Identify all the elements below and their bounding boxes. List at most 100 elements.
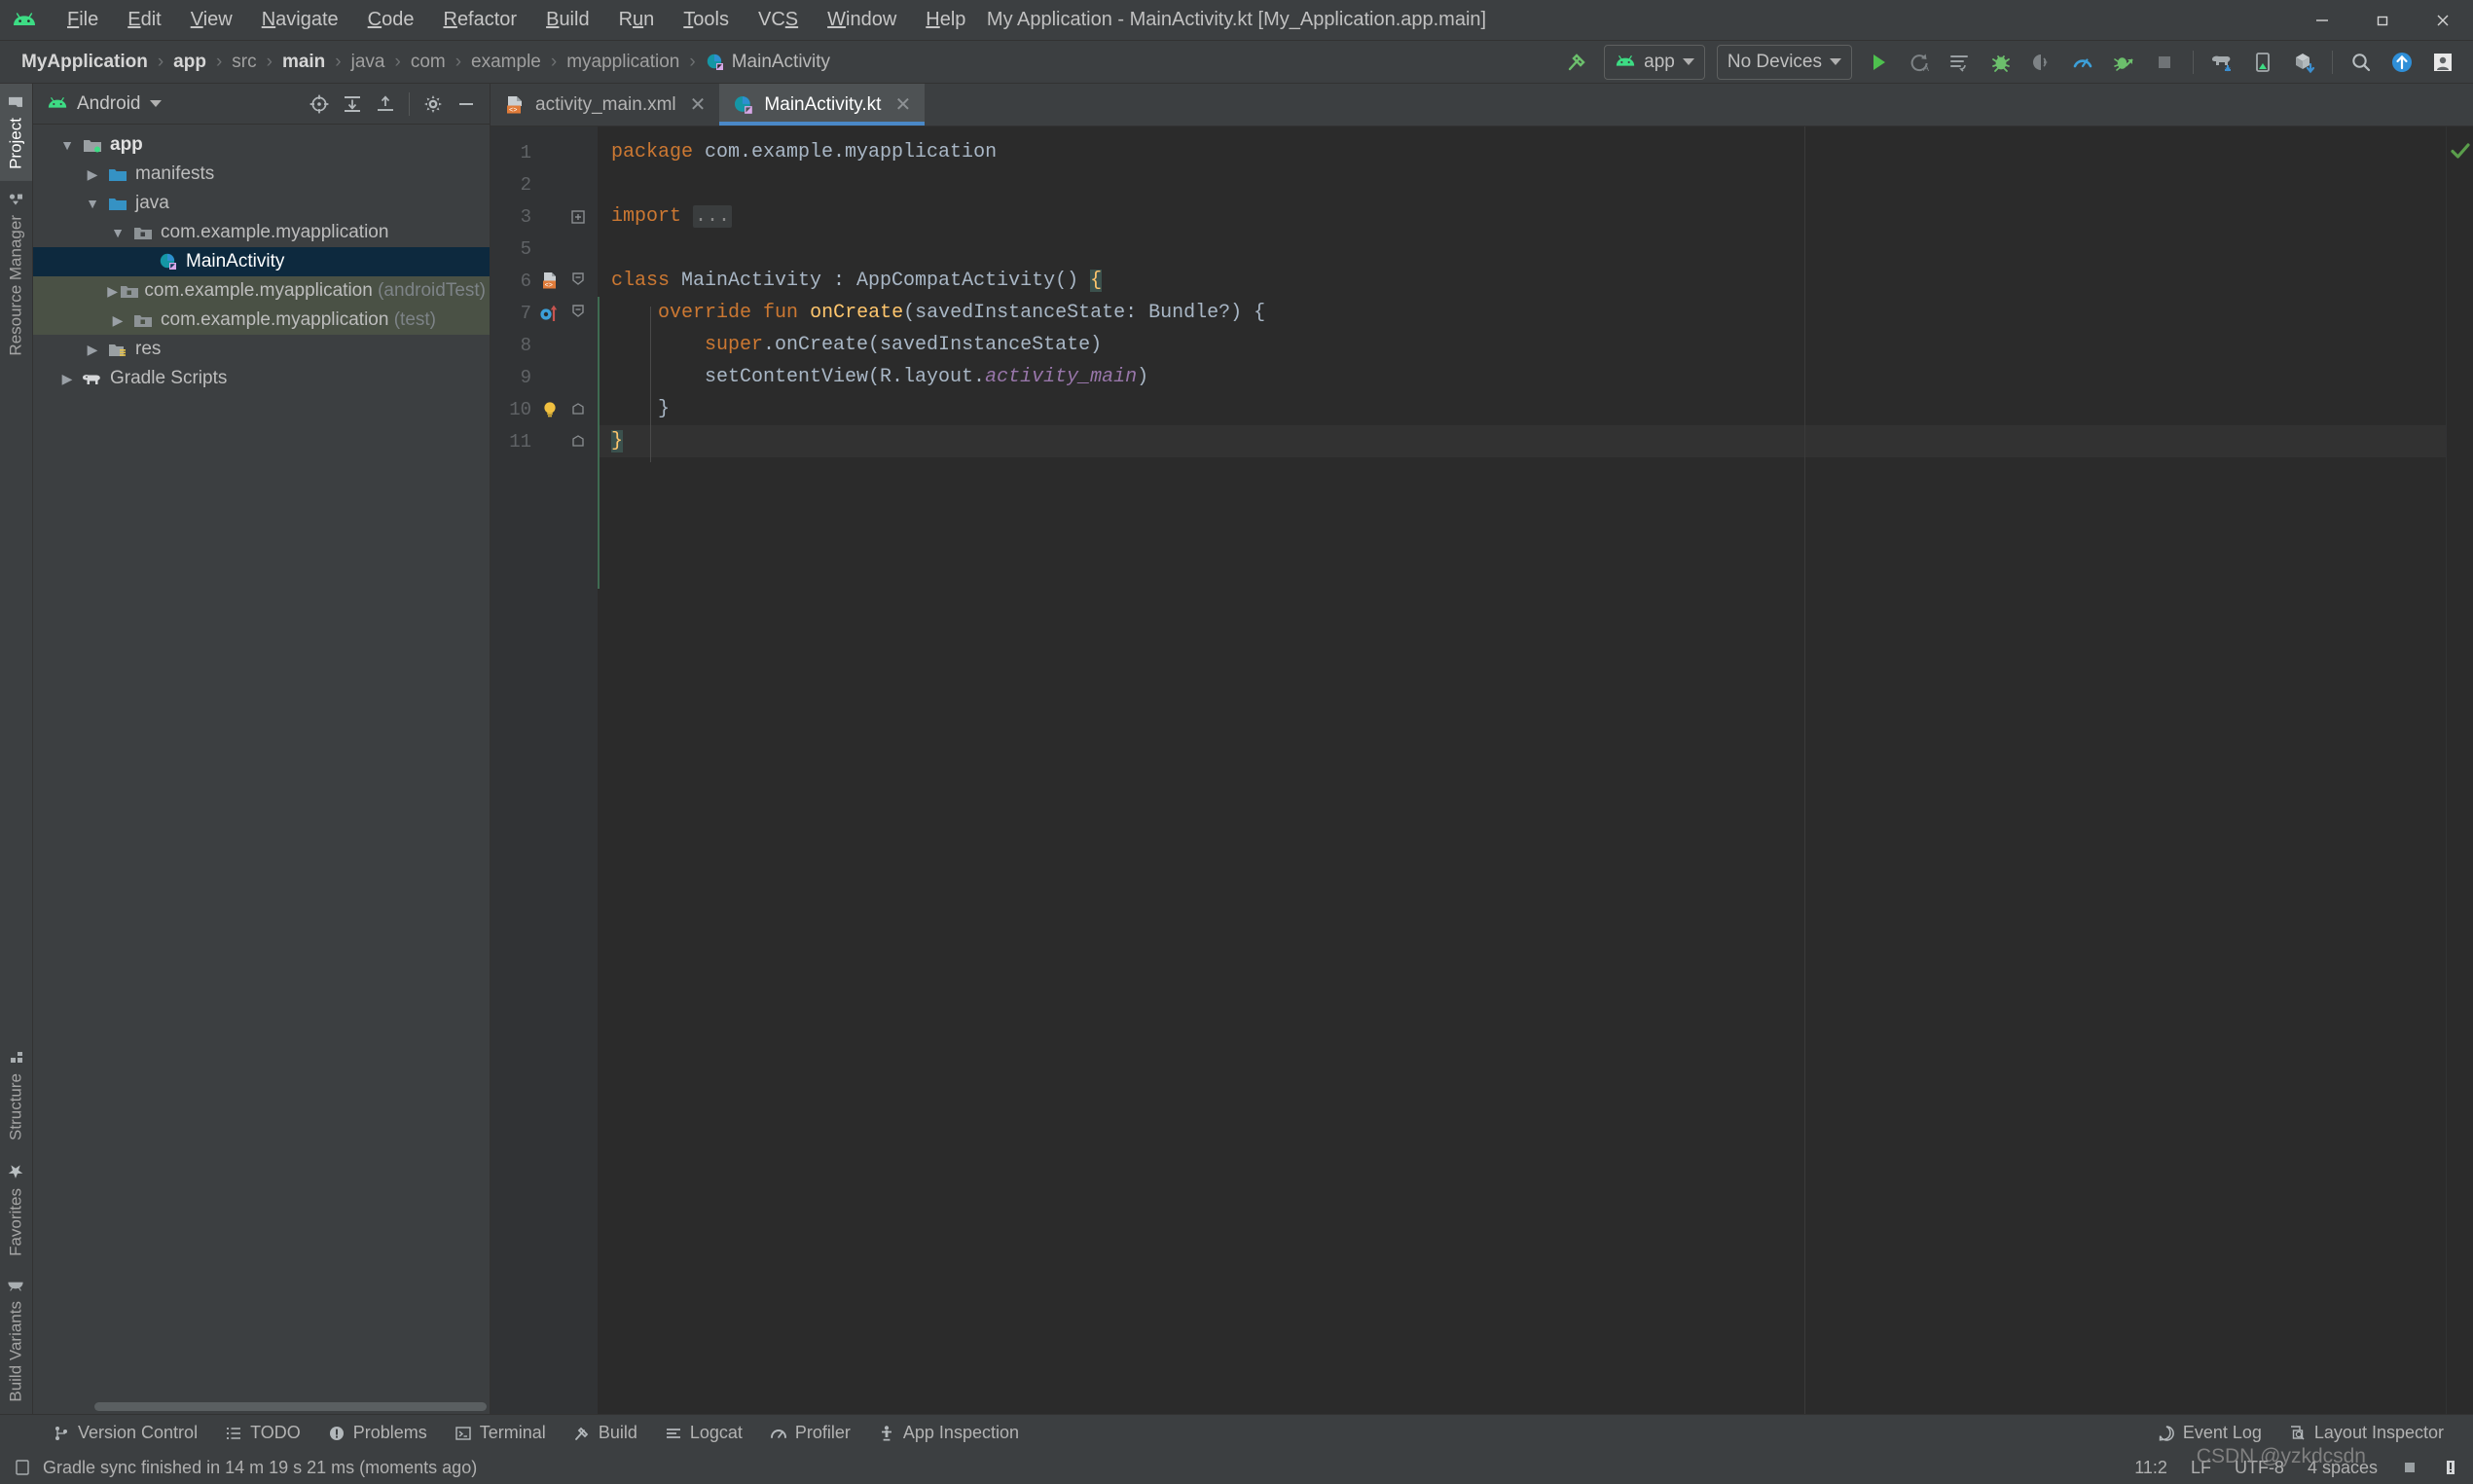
sync-gradle-elephant-icon[interactable] <box>2203 45 2240 80</box>
fold-collapse-icon[interactable] <box>564 304 592 323</box>
tree-item-app[interactable]: ▼ app <box>33 130 490 160</box>
read-only-toggle-icon[interactable] <box>2401 1459 2418 1476</box>
stop-button[interactable] <box>2146 45 2183 80</box>
chevron-right-icon[interactable]: ▶ <box>80 166 105 183</box>
tree-item-package-androidtest[interactable]: ▶ com.example.myapplication (androidTest… <box>33 276 490 306</box>
run-configuration-selector[interactable]: app <box>1604 44 1705 80</box>
no-errors-check-icon[interactable] <box>2450 140 2471 162</box>
attach-debugger-icon[interactable] <box>2023 45 2060 80</box>
minimize-button[interactable] <box>2292 0 2352 41</box>
chevron-right-icon[interactable]: ▶ <box>105 312 130 329</box>
profiler-gauge-icon[interactable] <box>2064 45 2101 80</box>
sdk-manager-icon[interactable] <box>2285 45 2322 80</box>
breadcrumb-item-app[interactable]: app <box>167 50 212 75</box>
override-method-icon[interactable] <box>535 303 564 324</box>
breadcrumb-item-src[interactable]: src <box>226 50 262 75</box>
line-separator[interactable]: LF <box>2191 1458 2211 1478</box>
chevron-right-icon[interactable]: ▶ <box>55 371 80 387</box>
breadcrumb-item-java[interactable]: java <box>345 50 391 75</box>
tree-item-gradle-scripts[interactable]: ▶ Gradle Scripts <box>33 364 490 393</box>
tree-item-package-main[interactable]: ▼ com.example.myapplication <box>33 218 490 247</box>
fold-end-icon[interactable] <box>564 434 592 449</box>
collapse-all-icon[interactable] <box>370 89 401 120</box>
menu-view[interactable]: View <box>176 5 247 35</box>
breadcrumb-item-mainactivity[interactable]: MainActivity <box>700 50 836 75</box>
breadcrumb-item-myapplication-pkg[interactable]: myapplication <box>561 50 685 75</box>
close-icon[interactable]: ✕ <box>894 92 911 117</box>
account-icon[interactable] <box>2424 45 2461 80</box>
maximize-button[interactable] <box>2352 0 2413 41</box>
menu-file[interactable]: File <box>53 5 113 35</box>
update-arrow-icon[interactable] <box>2383 45 2420 80</box>
chevron-down-icon[interactable]: ▼ <box>80 196 105 211</box>
caret-position[interactable]: 11:2 <box>2134 1458 2167 1478</box>
menu-refactor[interactable]: Refactor <box>428 5 531 35</box>
xml-layout-icon[interactable]: <> <box>535 271 564 292</box>
indent-setting[interactable]: 4 spaces <box>2308 1458 2378 1478</box>
chevron-right-icon[interactable]: ▶ <box>105 283 120 300</box>
build-hammer-icon[interactable] <box>1559 45 1596 80</box>
fold-end-icon[interactable] <box>564 402 592 416</box>
settings-gear-icon[interactable] <box>418 89 449 120</box>
search-icon[interactable] <box>2343 45 2380 80</box>
editor-tab-activity-main-xml[interactable]: <> activity_main.xml ✕ <box>491 84 719 126</box>
project-tree-hscrollbar[interactable] <box>33 1398 490 1414</box>
chevron-down-icon[interactable]: ▼ <box>105 225 130 240</box>
close-icon[interactable]: ✕ <box>690 92 707 117</box>
tree-item-manifests[interactable]: ▶ manifests <box>33 160 490 189</box>
run-button[interactable] <box>1860 45 1897 80</box>
editor-gutter[interactable]: 1 2 3 5 6 <> 7 8 9 10 11 <box>491 127 598 1414</box>
menu-help[interactable]: Help <box>911 5 980 35</box>
expand-all-icon[interactable] <box>337 89 368 120</box>
folded-imports[interactable]: ... <box>693 205 733 228</box>
tool-window-build[interactable]: Build <box>560 1419 651 1447</box>
scrollbar-thumb[interactable] <box>94 1401 487 1411</box>
run-with-profiler-icon[interactable] <box>2105 45 2142 80</box>
breadcrumb-item-main[interactable]: main <box>276 50 331 75</box>
tool-window-event-log[interactable]: Event Log <box>2144 1419 2275 1447</box>
breadcrumb-item-example[interactable]: example <box>465 50 547 75</box>
tool-window-structure[interactable]: Structure <box>0 1039 32 1152</box>
tool-window-version-control[interactable]: Version Control <box>39 1419 211 1447</box>
tool-window-todo[interactable]: TODO <box>211 1419 314 1447</box>
tool-window-layout-inspector[interactable]: Layout Inspector <box>2275 1419 2457 1447</box>
apply-changes-icon[interactable]: A <box>1901 45 1938 80</box>
breadcrumb-item-com[interactable]: com <box>405 50 452 75</box>
select-opened-file-icon[interactable] <box>304 89 335 120</box>
avd-manager-icon[interactable] <box>2244 45 2281 80</box>
chevron-down-icon[interactable]: ▼ <box>55 137 80 153</box>
menu-navigate[interactable]: Navigate <box>247 5 353 35</box>
menu-vcs[interactable]: VCS <box>744 5 813 35</box>
tool-window-favorites[interactable]: Favorites <box>0 1152 32 1268</box>
project-tree[interactable]: ▼ app ▶ manifests ▼ java ▼ com.example.m… <box>33 125 490 1398</box>
close-button[interactable] <box>2413 0 2473 41</box>
editor-tab-mainactivity-kt[interactable]: MainActivity.kt ✕ <box>719 84 926 126</box>
menu-tools[interactable]: Tools <box>669 5 744 35</box>
tool-window-project[interactable]: Project <box>0 84 32 181</box>
tool-window-problems[interactable]: Problems <box>314 1419 441 1447</box>
debug-bug-icon[interactable] <box>1982 45 2019 80</box>
tree-item-res[interactable]: ▶ res <box>33 335 490 364</box>
tool-window-resource-manager[interactable]: Resource Manager <box>0 181 32 368</box>
notification-icon[interactable] <box>14 1459 31 1476</box>
device-selector[interactable]: No Devices <box>1716 44 1852 80</box>
menu-window[interactable]: Window <box>813 5 911 35</box>
chevron-right-icon[interactable]: ▶ <box>80 342 105 358</box>
menu-build[interactable]: Build <box>531 5 603 35</box>
tool-window-logcat[interactable]: Logcat <box>651 1419 756 1447</box>
intention-bulb-icon[interactable] <box>535 399 564 420</box>
tool-window-terminal[interactable]: Terminal <box>441 1419 560 1447</box>
tool-window-app-inspection[interactable]: App Inspection <box>864 1419 1033 1447</box>
menu-code[interactable]: Code <box>353 5 429 35</box>
tree-item-mainactivity[interactable]: ▶ MainActivity <box>33 247 490 276</box>
tree-item-package-test[interactable]: ▶ com.example.myapplication (test) <box>33 306 490 335</box>
menu-edit[interactable]: Edit <box>113 5 175 35</box>
project-view-selector[interactable]: Android <box>47 93 162 115</box>
editor-right-rail[interactable] <box>2446 127 2473 1414</box>
breadcrumb-item-myapplication[interactable]: MyApplication <box>16 50 154 75</box>
tool-window-build-variants[interactable]: Build Variants <box>0 1268 32 1414</box>
hide-panel-icon[interactable] <box>451 89 482 120</box>
tree-item-java[interactable]: ▼ java <box>33 189 490 218</box>
tool-window-profiler[interactable]: Profiler <box>756 1419 864 1447</box>
inspection-level-icon[interactable] <box>2442 1459 2459 1476</box>
